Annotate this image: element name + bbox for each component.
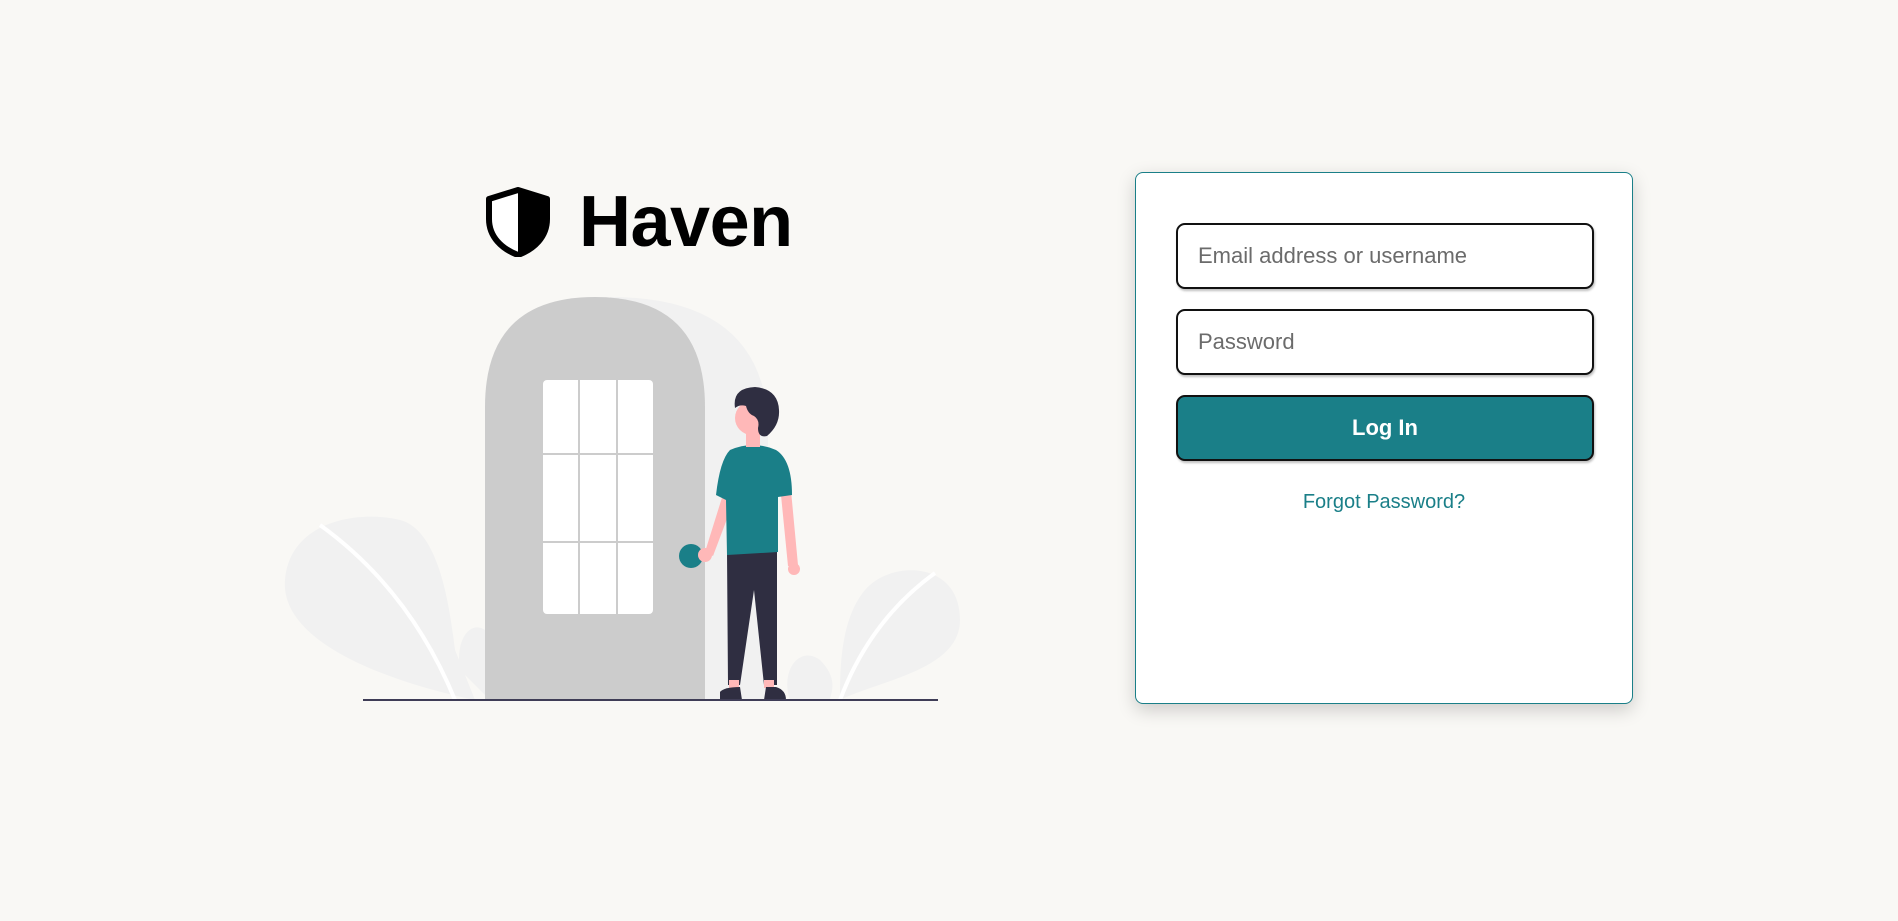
forgot-password-link[interactable]: Forgot Password? [1136, 491, 1632, 514]
left-plant-shape [284, 516, 490, 701]
shield-icon [486, 187, 550, 257]
login-card: Log In Forgot Password? [1135, 172, 1633, 704]
password-input[interactable] [1176, 309, 1594, 375]
log-in-button[interactable]: Log In [1176, 395, 1594, 461]
person-at-door-illustration [284, 297, 960, 701]
email-username-input[interactable] [1176, 223, 1594, 289]
brand: Haven [485, 182, 793, 262]
door-window-shape [543, 380, 653, 614]
right-plant-shape [787, 570, 960, 701]
brand-name: Haven [579, 182, 793, 262]
login-page: Haven Email address or username Log In F… [0, 0, 1898, 921]
